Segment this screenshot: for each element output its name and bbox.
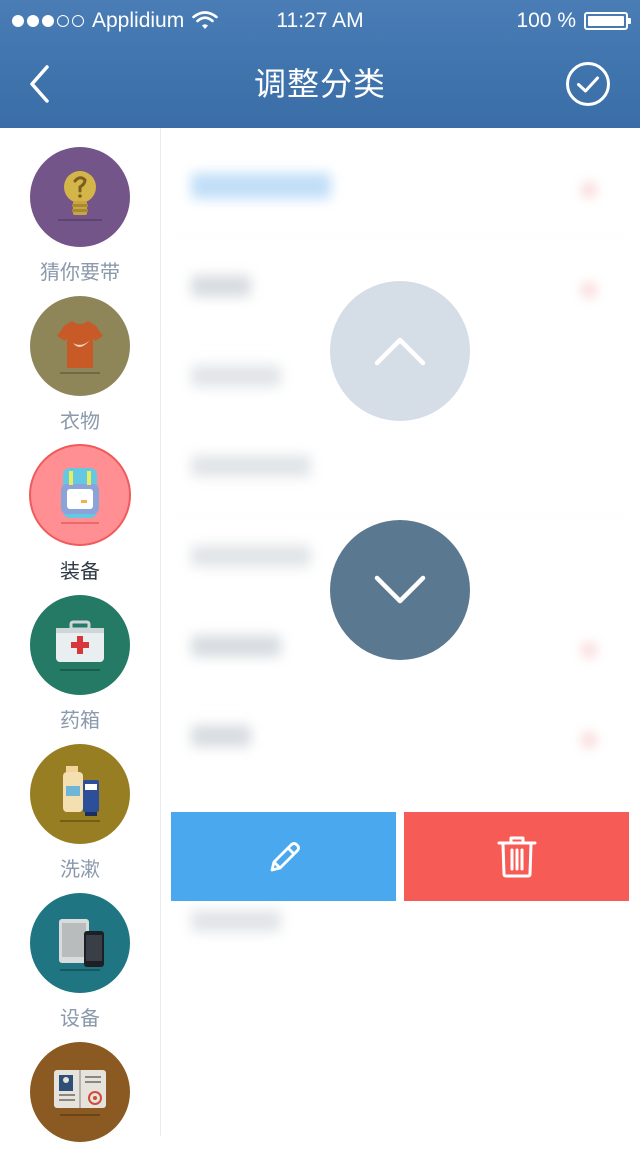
battery-icon (584, 12, 631, 30)
sidebar-item-label: 洗漱 (60, 859, 100, 881)
list-item-placeholder (191, 635, 281, 657)
list-item-marker (582, 733, 596, 747)
sidebar-item-label: 装备 (60, 561, 100, 583)
battery-percent: 100 % (516, 9, 576, 32)
sidebar-item-label: 衣物 (60, 411, 100, 433)
list-item-marker (582, 283, 596, 297)
list-item-placeholder (191, 173, 331, 199)
lightbulb-icon (30, 147, 130, 247)
move-up-button[interactable] (330, 281, 470, 421)
list-item (161, 143, 640, 234)
first-aid-kit-icon (30, 595, 130, 695)
trash-icon (497, 836, 536, 877)
edit-button[interactable] (171, 812, 396, 901)
toiletries-icon (30, 744, 130, 844)
devices-icon (30, 893, 130, 993)
pencil-icon (270, 841, 300, 871)
sidebar-item-guess[interactable]: 猜你要带 (0, 147, 160, 285)
list-item (161, 423, 640, 514)
list-item-placeholder (191, 725, 251, 747)
tshirt-icon (30, 296, 130, 396)
status-bar: Applidium 11:27 AM 100 % (0, 0, 640, 40)
header: Applidium 11:27 AM 100 % 调整分类 (0, 0, 640, 128)
list-item-placeholder (191, 545, 311, 567)
sidebar-item-toiletries[interactable]: 洗漱 (0, 744, 160, 882)
category-sidebar: 猜你要带 衣物 装备 药箱 洗漱 设备 (0, 128, 161, 1142)
delete-button[interactable] (404, 812, 629, 901)
move-down-button[interactable] (330, 520, 470, 660)
list-item (161, 693, 640, 784)
list-item-marker (582, 643, 596, 657)
list-item-placeholder (191, 365, 281, 387)
list-item-marker (582, 183, 596, 197)
backpack-icon (29, 444, 131, 546)
chevron-down-icon (374, 575, 426, 604)
check-circle-icon (566, 62, 610, 106)
list-item-placeholder (191, 455, 311, 477)
sidebar-item-label: 药箱 (60, 710, 100, 732)
sidebar-item-clothing[interactable]: 衣物 (0, 296, 160, 434)
battery-info: 100 % (516, 9, 631, 33)
page-title: 调整分类 (253, 66, 386, 102)
chevron-up-icon (374, 337, 426, 366)
list-item-placeholder (191, 910, 281, 932)
sidebar-item-label: 猜你要带 (40, 262, 120, 284)
sidebar-item-gear[interactable]: 装备 (0, 444, 160, 584)
sidebar-item-devices[interactable]: 设备 (0, 893, 160, 1031)
list-item-placeholder (191, 275, 251, 297)
sidebar-item-documents[interactable] (0, 1042, 160, 1151)
sidebar-item-label: 设备 (60, 1008, 100, 1030)
confirm-button[interactable] (564, 60, 612, 108)
sidebar-item-medicine[interactable]: 药箱 (0, 595, 160, 733)
passport-icon (30, 1042, 130, 1142)
